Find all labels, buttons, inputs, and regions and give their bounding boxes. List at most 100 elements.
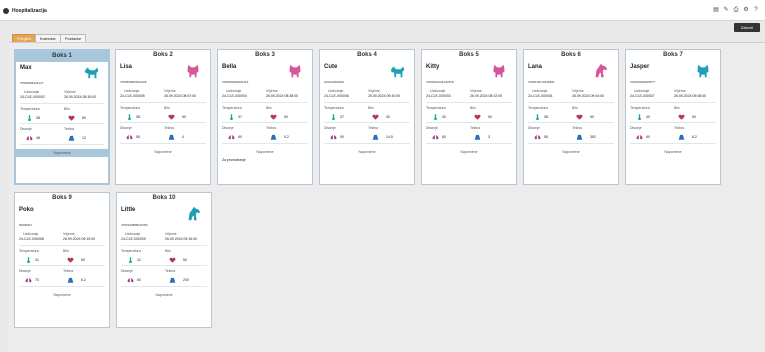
thermo-icon — [330, 114, 337, 121]
divider — [324, 102, 410, 103]
divider — [528, 102, 614, 103]
adm-value: 24-CLE-000009 — [121, 237, 146, 241]
tab-settings[interactable]: Postavke — [59, 34, 87, 42]
weight-icon — [474, 134, 481, 140]
edit-icon[interactable]: ✎ — [723, 7, 729, 13]
weight-label: Težina — [368, 126, 379, 130]
settings-icon[interactable]: ⚙ — [743, 7, 749, 13]
temp-value: 38 — [544, 115, 548, 119]
box-card[interactable]: Boks 9 Poko 00000017 Uzdizanje Vrijeme 24-CLE… — [14, 192, 110, 328]
resp-value: 60 — [137, 278, 141, 282]
heart-icon — [169, 257, 176, 263]
temp-value: 40 — [442, 115, 446, 119]
divider — [20, 144, 104, 145]
weight-icon — [576, 134, 583, 140]
divider — [222, 143, 308, 144]
divider — [121, 245, 207, 246]
thermo-icon — [432, 114, 439, 121]
heart-icon — [168, 114, 175, 120]
pet-chip-id: 7050100000008?? — [630, 80, 656, 84]
time-value: 26.09.2024 08:30:00 — [64, 95, 97, 99]
divider — [121, 265, 207, 266]
weight-icon — [270, 134, 277, 140]
box-card[interactable]: Boks 1 Max 7050098494614? Uzdizanje Vrijeme 2… — [14, 49, 110, 185]
pulse-value: 50 — [488, 115, 492, 119]
tab-calendar[interactable]: Kalendar — [34, 34, 61, 42]
pulse-value: 60 — [284, 115, 288, 119]
pulse-label: Bilo — [674, 106, 680, 110]
lungs-icon — [25, 277, 32, 283]
weight-label: Težina — [674, 126, 685, 130]
time-value: 25.09.2024 09:40:00 — [368, 94, 401, 98]
pulse-label: Bilo — [165, 249, 171, 253]
lungs-icon — [228, 134, 235, 140]
box-card[interactable]: Boks 3 Bella 7050000000001119 Uzdizanje Vrij… — [217, 49, 313, 185]
weight-label: Težina — [470, 126, 481, 130]
divider — [528, 143, 614, 144]
box-card[interactable]: Boks 2 Lisa 7050558963494118 Uzdizanje Vrije… — [115, 49, 211, 185]
print-icon[interactable]: ⎙ — [733, 7, 739, 13]
pulse-label: Bilo — [164, 106, 170, 110]
close-button[interactable]: Zatvori — [734, 23, 760, 32]
pet-chip-id: 7050102888016?66 — [121, 223, 148, 227]
time-label: Vrijeme — [470, 89, 482, 93]
divider — [222, 102, 308, 103]
lungs-icon — [636, 134, 643, 140]
respiration-label: Disanje — [630, 126, 642, 130]
notes-header: Napomene — [358, 150, 376, 154]
respiration-label: Disanje — [120, 126, 132, 130]
time-label: Vrijeme — [165, 232, 177, 236]
pet-name: Lisa — [120, 64, 133, 70]
pet-chip-id: 7050000000001119 — [222, 80, 249, 84]
notes-header: Napomene — [562, 150, 580, 154]
document-icon[interactable]: ▤ — [713, 7, 719, 13]
pet-name: Poko — [19, 207, 34, 213]
box-title: Boks 3 — [255, 52, 275, 58]
lungs-icon — [534, 134, 541, 140]
pet-name: Jasper — [630, 64, 650, 70]
weight-label: Težina — [165, 269, 176, 273]
box-title: Boks 6 — [561, 52, 581, 58]
lungs-icon — [330, 134, 337, 140]
temp-value: 40 — [646, 115, 650, 119]
pulse-label: Bilo — [470, 106, 476, 110]
time-label: Vrijeme — [368, 89, 380, 93]
weight-icon — [67, 277, 74, 283]
heart-icon — [68, 115, 75, 121]
respiration-label: Disanje — [324, 126, 336, 130]
heart-icon — [678, 114, 685, 120]
weight-icon — [678, 134, 685, 140]
notes-header: Napomene — [460, 150, 478, 154]
weight-value: 3 — [488, 135, 490, 139]
notes-text: Za promatranje — [222, 158, 246, 162]
help-icon[interactable]: ? — [753, 7, 759, 13]
boxes-panel: Boks 1 Max 7050098494614? Uzdizanje Vrijeme 2… — [9, 42, 765, 352]
box-title: Boks 10 — [152, 195, 176, 201]
box-card[interactable]: Boks 10 Little 7050102888016?66 Uzdizanje Vr… — [116, 192, 212, 328]
pulse-label: Bilo — [368, 106, 374, 110]
temperature-label: Temperatura — [426, 106, 446, 110]
notes-header: Napomene — [664, 150, 682, 154]
divider — [630, 122, 716, 123]
divider — [630, 102, 716, 103]
pet-name: Kitty — [426, 64, 440, 70]
temp-value: 41 — [35, 258, 39, 262]
pet-chip-id: 232100000002 — [324, 80, 345, 84]
box-title: Boks 7 — [663, 52, 683, 58]
box-title: Boks 9 — [52, 195, 72, 201]
cat-icon — [694, 62, 712, 80]
weight-label: Težina — [64, 127, 75, 131]
thermo-icon — [25, 257, 32, 264]
box-card[interactable]: Boks 4 Cute 232100000002 Uzdizanje Vrijeme 24… — [319, 49, 415, 185]
time-label: Vrijeme — [572, 89, 584, 93]
box-card[interactable]: Boks 7 Jasper 7050100000008?? Uzdizanje Vrij… — [625, 49, 721, 185]
box-card[interactable]: Boks 5 Kitty 70502031111230678 Uzdizanje Vri… — [421, 49, 517, 185]
temp-value: 38 — [136, 115, 140, 119]
box-card[interactable]: Boks 6 Lana 7060016079128841 Uzdizanje Vrije… — [523, 49, 619, 185]
divider — [426, 102, 512, 103]
tab-overview[interactable]: Pregled — [12, 34, 36, 42]
respiration-label: Disanje — [20, 127, 32, 131]
thermo-icon — [26, 115, 33, 122]
weight-value: 5.2 — [284, 135, 289, 139]
divider — [324, 143, 410, 144]
